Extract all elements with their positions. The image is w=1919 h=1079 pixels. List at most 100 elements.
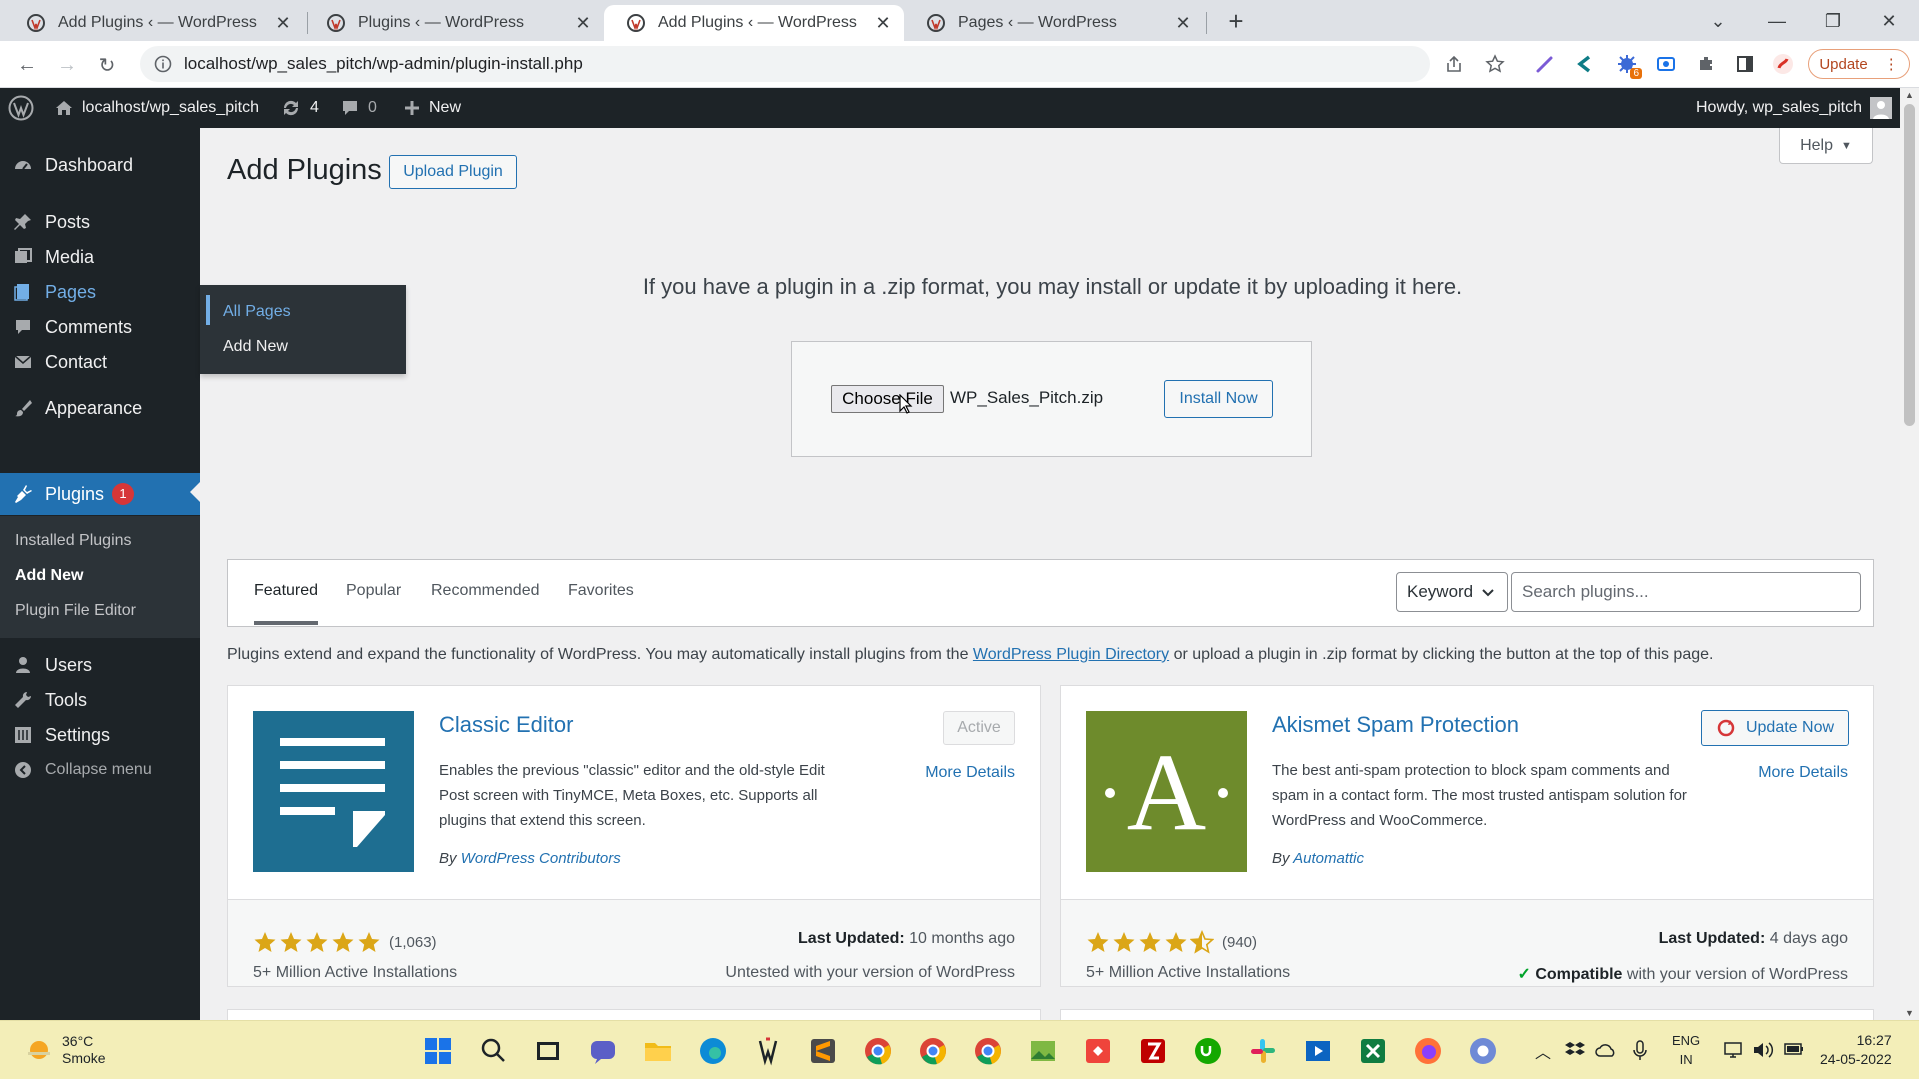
- bookmark-star-icon[interactable]: [1484, 53, 1506, 75]
- site-info-icon[interactable]: [154, 55, 172, 73]
- system-clock[interactable]: 16:27 24-05-2022: [1820, 1031, 1892, 1069]
- update-now-button[interactable]: Update Now: [1701, 710, 1849, 746]
- chrome-profile-icon[interactable]: [972, 1035, 1004, 1067]
- menu-plugins[interactable]: Plugins 1: [0, 473, 200, 515]
- compat-rest: with your version of WordPress: [1622, 966, 1848, 983]
- anydesk-icon[interactable]: [1082, 1035, 1114, 1067]
- browser-update-button[interactable]: Update ⋮: [1808, 49, 1910, 79]
- excel-icon[interactable]: [1357, 1035, 1389, 1067]
- tab-favorites[interactable]: Favorites: [568, 582, 634, 600]
- admin-bar-account[interactable]: Howdy, wp_sales_pitch: [1696, 88, 1893, 128]
- flyout-all-pages[interactable]: All Pages: [223, 303, 291, 321]
- menu-collapse[interactable]: Collapse menu: [0, 749, 200, 791]
- close-tab-icon[interactable]: ✕: [1174, 14, 1192, 32]
- plugin-name-link[interactable]: Akismet Spam Protection: [1272, 712, 1519, 738]
- forward-icon[interactable]: →: [54, 52, 80, 78]
- install-now-button[interactable]: Install Now: [1164, 380, 1273, 418]
- author-link[interactable]: Automattic: [1293, 850, 1364, 867]
- extensions-puzzle-icon[interactable]: [1695, 53, 1717, 75]
- admin-bar-comments[interactable]: 0: [340, 88, 377, 128]
- by-label: By: [439, 850, 457, 867]
- browser-tab[interactable]: Pages ‹ — WordPress ✕: [904, 5, 1204, 41]
- submenu-installed-plugins[interactable]: Installed Plugins: [15, 532, 132, 550]
- profile-avatar-icon[interactable]: [1772, 53, 1794, 75]
- volume-icon[interactable]: [1752, 1041, 1774, 1059]
- chrome-profile-icon[interactable]: [917, 1035, 949, 1067]
- show-hidden-icons[interactable]: ︿: [1535, 1039, 1551, 1063]
- flyout-add-new-page[interactable]: Add New: [223, 338, 288, 356]
- author-link[interactable]: WordPress Contributors: [461, 850, 621, 867]
- reload-icon[interactable]: ↻: [94, 52, 120, 78]
- admin-bar-updates[interactable]: 4: [280, 88, 319, 128]
- media-player-icon[interactable]: [1302, 1035, 1334, 1067]
- scroll-up-icon[interactable]: ▲: [1905, 90, 1914, 100]
- tab-recommended[interactable]: Recommended: [431, 582, 540, 600]
- page-scrollbar[interactable]: ▲ ▼: [1900, 88, 1919, 1020]
- teams-chat-icon[interactable]: [587, 1035, 619, 1067]
- microphone-icon[interactable]: [1633, 1040, 1647, 1062]
- image-viewer-icon[interactable]: [1027, 1035, 1059, 1067]
- edge-browser-icon[interactable]: [697, 1035, 729, 1067]
- browser-tab[interactable]: Add Plugins ‹ — WordPress ✕: [4, 5, 304, 41]
- restore-icon[interactable]: ❐: [1818, 6, 1848, 36]
- admin-bar-new[interactable]: New: [403, 88, 461, 128]
- battery-icon[interactable]: [1784, 1043, 1804, 1055]
- chrome-canary-icon[interactable]: [1467, 1035, 1499, 1067]
- tab-search-icon[interactable]: ⌄: [1703, 6, 1733, 36]
- file-explorer-icon[interactable]: [642, 1035, 674, 1067]
- weather-widget[interactable]: 36°C Smoke: [26, 1033, 106, 1067]
- close-tab-icon[interactable]: ✕: [574, 14, 592, 32]
- tab-popular[interactable]: Popular: [346, 582, 401, 600]
- menu-contact[interactable]: Contact: [0, 341, 200, 383]
- new-tab-icon[interactable]: +: [1222, 8, 1250, 36]
- close-tab-icon[interactable]: ✕: [874, 14, 892, 32]
- wordpress-app-icon[interactable]: [752, 1035, 784, 1067]
- search-icon[interactable]: [477, 1035, 509, 1067]
- more-details-link[interactable]: More Details: [925, 764, 1015, 782]
- slack-icon[interactable]: [1247, 1035, 1279, 1067]
- plugins-submenu: Installed Plugins Add New Plugin File Ed…: [0, 516, 200, 638]
- address-bar[interactable]: localhost/wp_sales_pitch/wp-admin/plugin…: [140, 46, 1430, 82]
- firefox-icon[interactable]: [1412, 1035, 1444, 1067]
- bug-extension-icon[interactable]: 6: [1616, 53, 1642, 79]
- filezilla-icon[interactable]: [1137, 1035, 1169, 1067]
- plugin-name-link[interactable]: Classic Editor: [439, 712, 573, 738]
- side-panel-icon[interactable]: [1734, 53, 1756, 75]
- upwork-icon[interactable]: [1192, 1035, 1224, 1067]
- close-tab-icon[interactable]: ✕: [274, 14, 292, 32]
- share-icon[interactable]: [1443, 53, 1465, 75]
- search-type-select[interactable]: Keyword: [1396, 572, 1508, 612]
- menu-dashboard[interactable]: Dashboard: [0, 144, 200, 186]
- dropbox-icon[interactable]: [1565, 1041, 1585, 1059]
- browser-tab-active[interactable]: Add Plugins ‹ — WordPress ✕: [604, 5, 904, 41]
- minimize-icon[interactable]: —: [1762, 6, 1792, 36]
- window-close-icon[interactable]: ✕: [1874, 6, 1904, 36]
- plugin-directory-link[interactable]: WordPress Plugin Directory: [973, 646, 1169, 663]
- browser-tab[interactable]: Plugins ‹ — WordPress ✕: [304, 5, 604, 41]
- wp-admin-bar: localhost/wp_sales_pitch 4 0 New Howdy, …: [0, 88, 1919, 128]
- back-icon[interactable]: ←: [14, 52, 40, 78]
- wp-logo-icon[interactable]: [8, 88, 34, 128]
- choose-file-button[interactable]: Choose File: [831, 385, 944, 413]
- scrollbar-thumb[interactable]: [1904, 104, 1915, 426]
- pen-extension-icon[interactable]: [1534, 53, 1556, 75]
- windows-start-icon[interactable]: [422, 1035, 454, 1067]
- upload-plugin-button[interactable]: Upload Plugin: [389, 155, 517, 189]
- screen-capture-icon[interactable]: [1655, 53, 1677, 75]
- help-tab-button[interactable]: Help ▼: [1779, 128, 1873, 164]
- network-icon[interactable]: [1723, 1041, 1743, 1059]
- task-view-icon[interactable]: [532, 1035, 564, 1067]
- chrome-icon[interactable]: [862, 1035, 894, 1067]
- scroll-down-icon[interactable]: ▼: [1905, 1008, 1914, 1018]
- submenu-add-new[interactable]: Add New: [15, 567, 83, 585]
- admin-bar-site-link[interactable]: localhost/wp_sales_pitch: [54, 88, 259, 128]
- input-language[interactable]: ENG IN: [1672, 1031, 1700, 1069]
- tab-featured[interactable]: Featured: [254, 582, 318, 600]
- grammar-extension-icon[interactable]: [1574, 53, 1596, 75]
- submenu-plugin-file-editor[interactable]: Plugin File Editor: [15, 602, 136, 620]
- menu-appearance[interactable]: Appearance: [0, 387, 200, 429]
- more-details-link[interactable]: More Details: [1758, 764, 1848, 782]
- search-plugins-input[interactable]: Search plugins...: [1511, 572, 1861, 612]
- sublime-text-icon[interactable]: [807, 1035, 839, 1067]
- onedrive-icon[interactable]: [1595, 1043, 1617, 1057]
